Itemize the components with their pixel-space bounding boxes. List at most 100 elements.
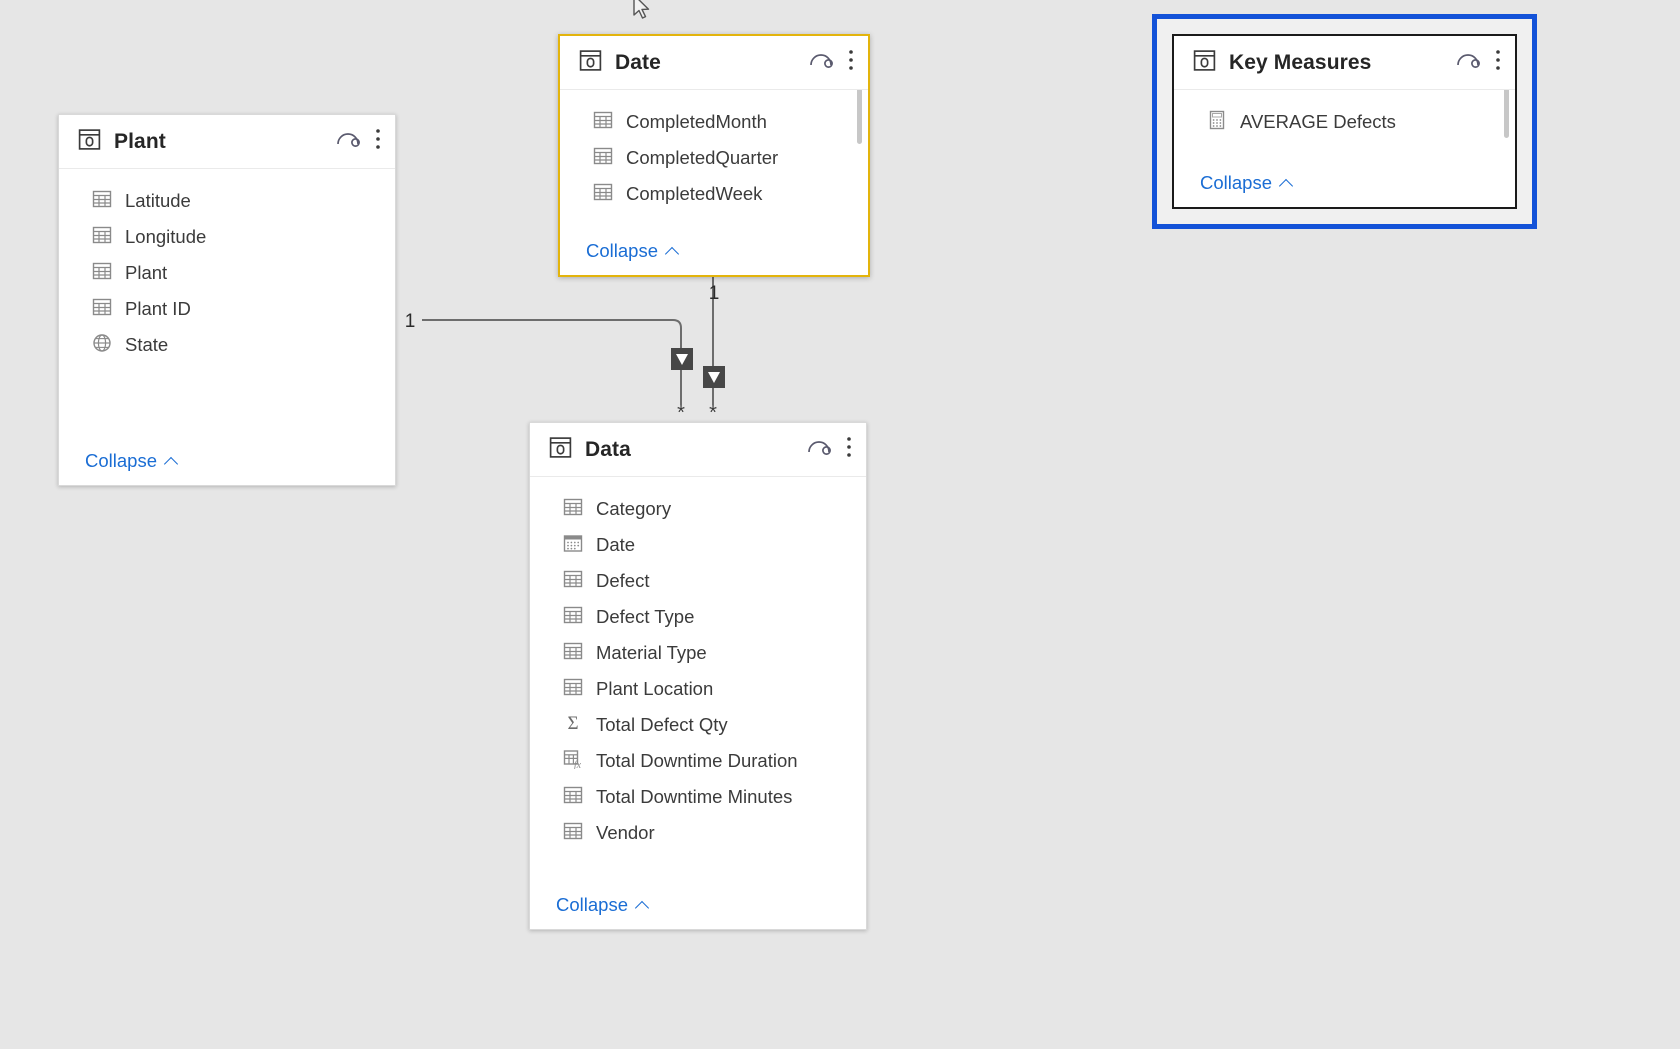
- column-icon: [593, 110, 613, 135]
- calculated-column-icon: fx: [563, 749, 583, 774]
- eye-icon[interactable]: [335, 130, 361, 153]
- field-label: Plant: [125, 262, 168, 283]
- table-card-icon: [77, 127, 102, 157]
- chevron-up-icon: [666, 244, 681, 259]
- table-title: Date: [615, 50, 661, 74]
- column-icon: [92, 297, 112, 322]
- field-label: Material Type: [596, 642, 707, 663]
- column-icon: [92, 189, 112, 214]
- table-card-date[interactable]: Date CompletedMonth CompletedQuarter Com…: [558, 34, 870, 277]
- vertical-scrollbar[interactable]: [1504, 90, 1509, 138]
- chevron-up-icon: [165, 454, 180, 469]
- field-label: Date: [596, 534, 636, 555]
- field-row[interactable]: Longitude: [59, 219, 395, 255]
- collapse-label: Collapse: [1200, 172, 1272, 193]
- table-card-header-data[interactable]: Data: [530, 423, 866, 477]
- field-row[interactable]: CompletedMonth: [560, 104, 868, 140]
- table-card-fields-date: CompletedMonth CompletedQuarter Complete…: [560, 90, 868, 240]
- field-label: Vendor: [596, 822, 655, 843]
- column-icon: [563, 785, 583, 810]
- field-label: Total Downtime Minutes: [596, 786, 793, 807]
- collapse-button-key-measures[interactable]: Collapse: [1174, 172, 1515, 207]
- column-icon: [563, 641, 583, 666]
- table-card-fields-data: Category Date Defect Defect Type Materia…: [530, 477, 866, 894]
- field-row[interactable]: Defect Type: [530, 599, 866, 635]
- field-row[interactable]: Plant: [59, 255, 395, 291]
- collapse-label: Collapse: [85, 450, 157, 471]
- field-label: State: [125, 334, 169, 355]
- column-icon: [563, 569, 583, 594]
- globe-icon: [92, 333, 112, 358]
- table-card-plant[interactable]: Plant Latitude Longitude Plant Plant ID …: [58, 114, 396, 486]
- column-icon: [563, 497, 583, 522]
- field-row[interactable]: Date: [530, 527, 866, 563]
- collapse-button-date[interactable]: Collapse: [560, 240, 868, 275]
- more-options-icon[interactable]: [848, 49, 854, 76]
- field-label: Plant Location: [596, 678, 714, 699]
- table-title: Key Measures: [1229, 50, 1372, 74]
- column-icon: [563, 677, 583, 702]
- eye-icon[interactable]: [1455, 51, 1481, 74]
- vertical-scrollbar[interactable]: [857, 90, 862, 144]
- column-icon: [92, 225, 112, 250]
- table-card-key-measures[interactable]: Key Measures AVERAGE Defects Collapse: [1172, 34, 1517, 209]
- collapse-button-plant[interactable]: Collapse: [59, 450, 395, 485]
- field-row[interactable]: Total Downtime Minutes: [530, 779, 866, 815]
- field-row[interactable]: Latitude: [59, 183, 395, 219]
- table-card-icon: [548, 435, 573, 465]
- calendar-icon: [563, 533, 583, 558]
- table-card-header-date[interactable]: Date: [560, 36, 868, 90]
- table-card-header-plant[interactable]: Plant: [59, 115, 395, 169]
- more-options-icon[interactable]: [1495, 49, 1501, 76]
- field-row[interactable]: fx Total Downtime Duration: [530, 743, 866, 779]
- field-label: Defect: [596, 570, 650, 591]
- field-label: AVERAGE Defects: [1240, 111, 1396, 132]
- table-title: Plant: [114, 129, 166, 153]
- field-row[interactable]: Vendor: [530, 815, 866, 851]
- chevron-up-icon: [1280, 176, 1295, 191]
- table-card-header-key-measures[interactable]: Key Measures: [1174, 36, 1515, 90]
- column-icon: [593, 182, 613, 207]
- table-card-fields-key-measures: AVERAGE Defects: [1174, 90, 1515, 172]
- field-row[interactable]: CompletedQuarter: [560, 140, 868, 176]
- field-row[interactable]: CompletedWeek: [560, 176, 868, 212]
- column-icon: [92, 261, 112, 286]
- collapse-button-data[interactable]: Collapse: [530, 894, 866, 929]
- measure-icon: [1207, 110, 1227, 135]
- column-icon: [563, 605, 583, 630]
- model-view-canvas[interactable]: * * 1 1 Plant Latitude Longitude Plant P…: [0, 0, 1680, 1049]
- eye-icon[interactable]: [808, 51, 834, 74]
- field-label: Total Defect Qty: [596, 714, 728, 735]
- field-label: Defect Type: [596, 606, 695, 627]
- field-label: CompletedWeek: [626, 183, 763, 204]
- column-icon: [563, 821, 583, 846]
- table-title: Data: [585, 437, 631, 461]
- table-card-icon: [578, 48, 603, 78]
- table-card-data[interactable]: Data Category Date Defect Defect Type Ma…: [529, 422, 867, 930]
- column-icon: [593, 146, 613, 171]
- field-row[interactable]: Material Type: [530, 635, 866, 671]
- field-label: Category: [596, 498, 672, 519]
- svg-text:Σ: Σ: [567, 713, 578, 733]
- table-card-icon: [1192, 48, 1217, 78]
- field-label: CompletedMonth: [626, 111, 767, 132]
- eye-icon[interactable]: [806, 438, 832, 461]
- field-label: CompletedQuarter: [626, 147, 779, 168]
- collapse-label: Collapse: [556, 894, 628, 915]
- field-row[interactable]: Defect: [530, 563, 866, 599]
- sigma-icon: Σ: [563, 713, 583, 738]
- svg-text:fx: fx: [574, 760, 582, 769]
- field-row[interactable]: State: [59, 327, 395, 363]
- more-options-icon[interactable]: [846, 436, 852, 463]
- field-row[interactable]: Plant ID: [59, 291, 395, 327]
- field-row[interactable]: AVERAGE Defects: [1174, 104, 1515, 140]
- chevron-up-icon: [636, 898, 651, 913]
- field-row[interactable]: Σ Total Defect Qty: [530, 707, 866, 743]
- field-label: Longitude: [125, 226, 207, 247]
- field-row[interactable]: Plant Location: [530, 671, 866, 707]
- table-card-fields-plant: Latitude Longitude Plant Plant ID State: [59, 169, 395, 450]
- field-row[interactable]: Category: [530, 491, 866, 527]
- field-label: Latitude: [125, 190, 191, 211]
- field-label: Plant ID: [125, 298, 191, 319]
- more-options-icon[interactable]: [375, 128, 381, 155]
